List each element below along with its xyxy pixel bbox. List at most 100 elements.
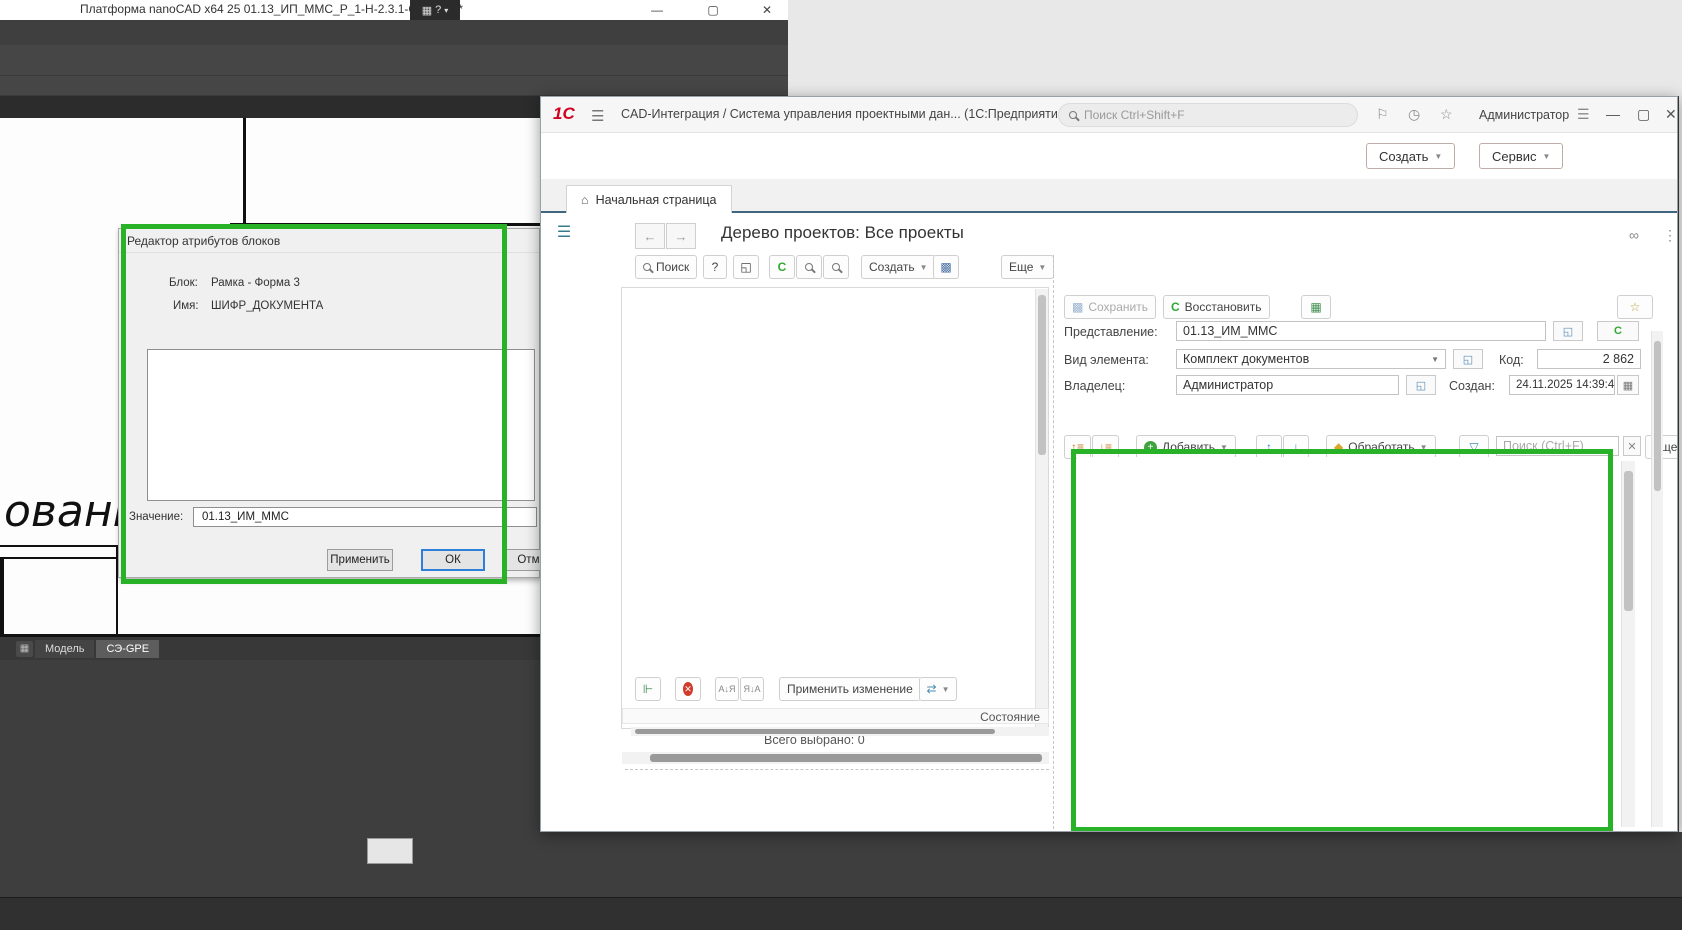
tree-structure-button[interactable]: ⊩ bbox=[635, 677, 661, 701]
forward-button[interactable]: → bbox=[666, 223, 696, 249]
minimize-button[interactable]: — bbox=[644, 1, 670, 19]
collapse-search-icon[interactable] bbox=[796, 255, 822, 279]
search-icon bbox=[1069, 111, 1077, 119]
value-input[interactable]: 01.13_ИМ_ММС bbox=[193, 507, 537, 527]
tab-home-page[interactable]: ⌂Начальная страница bbox=[566, 185, 732, 213]
apply-change-label: Применить изменение bbox=[787, 682, 913, 696]
dialog-title: Редактор атрибутов блоков bbox=[127, 234, 280, 248]
favorite-star-button[interactable]: ☆ bbox=[1617, 295, 1653, 319]
tree-more-button[interactable]: Еще▼ bbox=[1001, 255, 1054, 279]
ok-button[interactable]: ОК bbox=[421, 549, 485, 571]
close-button[interactable]: ✕ bbox=[754, 1, 780, 19]
drawing-line bbox=[0, 545, 118, 547]
onec-minimize-button[interactable]: — bbox=[1606, 106, 1620, 122]
created-field[interactable]: 24.11.2025 14:39:42 bbox=[1509, 375, 1615, 395]
link-icon[interactable]: ∞ bbox=[1629, 227, 1639, 243]
global-search-input[interactable]: Поиск Ctrl+Shift+F bbox=[1058, 103, 1358, 127]
help-label: ? bbox=[712, 260, 719, 274]
history-icon[interactable]: ◷ bbox=[1408, 106, 1420, 123]
process-icon: ◆ bbox=[1334, 440, 1343, 454]
onec-left-sidebar: ☰ bbox=[541, 213, 619, 831]
chevron-down-icon: ▼ bbox=[942, 685, 950, 694]
code-field[interactable]: 2 862 bbox=[1537, 349, 1641, 369]
move-up-order-button[interactable]: ↑≡ bbox=[1064, 435, 1091, 459]
add-button[interactable]: +Добавить▼ bbox=[1136, 435, 1236, 459]
drawing-line bbox=[0, 557, 4, 637]
refresh-button[interactable]: C bbox=[769, 255, 795, 279]
chevron-down-icon: ▼ bbox=[1420, 443, 1428, 452]
menu-lines-icon[interactable]: ☰ bbox=[1577, 106, 1590, 123]
representation-field[interactable]: 01.13_ИМ_ММС bbox=[1176, 321, 1546, 341]
hamburger-icon[interactable]: ☰ bbox=[591, 107, 604, 125]
panel-vertical-scrollbar[interactable] bbox=[1651, 331, 1663, 827]
grid-vertical-scrollbar[interactable] bbox=[1621, 461, 1635, 827]
code-label: Код: bbox=[1499, 353, 1524, 367]
process-button[interactable]: ◆Обработать▼ bbox=[1326, 435, 1436, 459]
attribute-table[interactable] bbox=[147, 349, 535, 501]
back-button[interactable]: ← bbox=[635, 223, 665, 249]
save-label: Сохранить bbox=[1088, 300, 1148, 314]
sort-asc-button[interactable]: А↓Я bbox=[715, 677, 739, 701]
tree-search-button[interactable]: Поиск bbox=[635, 255, 697, 279]
value-label: Значение: bbox=[129, 511, 183, 523]
tree-horizontal-scrollbar[interactable] bbox=[622, 752, 1049, 764]
page-title: Дерево проектов: Все проекты bbox=[721, 223, 964, 243]
filter-settings-button[interactable]: ⇄▼ bbox=[919, 677, 957, 701]
cancel-selection-button[interactable]: ✕ bbox=[675, 677, 701, 701]
add-label: Добавить bbox=[1162, 440, 1215, 454]
kind-combo[interactable]: Комплект документов▼ bbox=[1176, 349, 1446, 369]
nanocad-help-menu[interactable]: ▦?▾ bbox=[410, 0, 460, 20]
filter-button[interactable]: ▽ bbox=[1459, 435, 1489, 459]
tree-create-label: Создать bbox=[869, 260, 915, 274]
divider bbox=[625, 769, 1049, 770]
save-list-button[interactable]: ▩ bbox=[933, 255, 959, 279]
floppy-icon: ▩ bbox=[1072, 300, 1083, 314]
onec-close-button[interactable]: ✕ bbox=[1665, 106, 1677, 123]
maximize-button[interactable]: ▢ bbox=[700, 1, 726, 19]
copy-view-button[interactable]: ◱ bbox=[733, 255, 759, 279]
restore-button[interactable]: CВосстановить bbox=[1163, 295, 1270, 319]
table-view-button[interactable]: ▦ bbox=[1301, 295, 1331, 319]
parameters-grid[interactable] bbox=[1077, 457, 1607, 825]
project-tree[interactable] bbox=[621, 287, 1049, 729]
clear-search-button[interactable]: ✕ bbox=[1623, 436, 1641, 456]
service-menu-button[interactable]: Сервис▼ bbox=[1479, 143, 1563, 169]
save-button[interactable]: ▩ Сохранить bbox=[1064, 295, 1156, 319]
restore-label: Восстановить bbox=[1185, 300, 1262, 314]
sidebar-hamburger-icon[interactable]: ☰ bbox=[555, 223, 573, 241]
sort-desc-button[interactable]: Я↓А bbox=[740, 677, 764, 701]
open-link-button[interactable]: ◱ bbox=[1553, 321, 1583, 341]
move-up-button[interactable]: ↑ bbox=[1256, 435, 1282, 459]
move-down-order-button[interactable]: ↓≡ bbox=[1092, 435, 1119, 459]
onec-tabbar: ⌂Начальная страница bbox=[541, 179, 1677, 213]
move-down-button[interactable]: ↓ bbox=[1283, 435, 1309, 459]
create-menu-button[interactable]: Создать▼ bbox=[1366, 143, 1455, 169]
mini-panel bbox=[367, 838, 413, 864]
expand-search-icon[interactable] bbox=[823, 255, 849, 279]
notifications-icon[interactable]: ⚐ bbox=[1376, 106, 1389, 123]
kind-open-button[interactable]: ◱ bbox=[1453, 349, 1483, 369]
tree-create-button[interactable]: Создать▼ bbox=[861, 255, 936, 279]
tree-vertical-scrollbar[interactable] bbox=[1035, 289, 1048, 727]
owner-field[interactable]: Администратор bbox=[1176, 375, 1399, 395]
onec-maximize-button[interactable]: ▢ bbox=[1637, 106, 1650, 123]
tab-layout-se-gpe[interactable]: СЭ-GPE bbox=[96, 640, 159, 658]
help-button[interactable]: ? bbox=[703, 255, 727, 279]
tab-grid-icon[interactable]: ▦ bbox=[16, 641, 33, 657]
name-value: ШИФР_ДОКУМЕНТА bbox=[211, 300, 323, 312]
tab-model[interactable]: Модель bbox=[35, 640, 94, 658]
current-user[interactable]: Администратор bbox=[1479, 108, 1569, 122]
zoom-in-icon bbox=[832, 263, 840, 271]
representation-refresh-button[interactable]: C bbox=[1597, 321, 1639, 341]
onec-titlebar: 1С ☰ CAD-Интеграция / Система управления… bbox=[541, 97, 1677, 133]
calendar-icon[interactable]: ▦ bbox=[1617, 375, 1639, 395]
apply-button[interactable]: Применить bbox=[327, 549, 393, 571]
bottom-horizontal-scrollbar[interactable] bbox=[631, 727, 1049, 736]
params-search-input[interactable]: Поиск (Ctrl+F) bbox=[1496, 436, 1619, 456]
apply-change-button[interactable]: Применить изменение bbox=[779, 677, 921, 701]
favorites-icon[interactable]: ☆ bbox=[1440, 106, 1453, 123]
panel-splitter[interactable] bbox=[1053, 255, 1054, 829]
more-dots-icon[interactable]: ⋮ bbox=[1663, 227, 1677, 244]
owner-open-button[interactable]: ◱ bbox=[1406, 375, 1436, 395]
dialog-titlebar[interactable]: Редактор атрибутов блоков bbox=[119, 229, 539, 253]
